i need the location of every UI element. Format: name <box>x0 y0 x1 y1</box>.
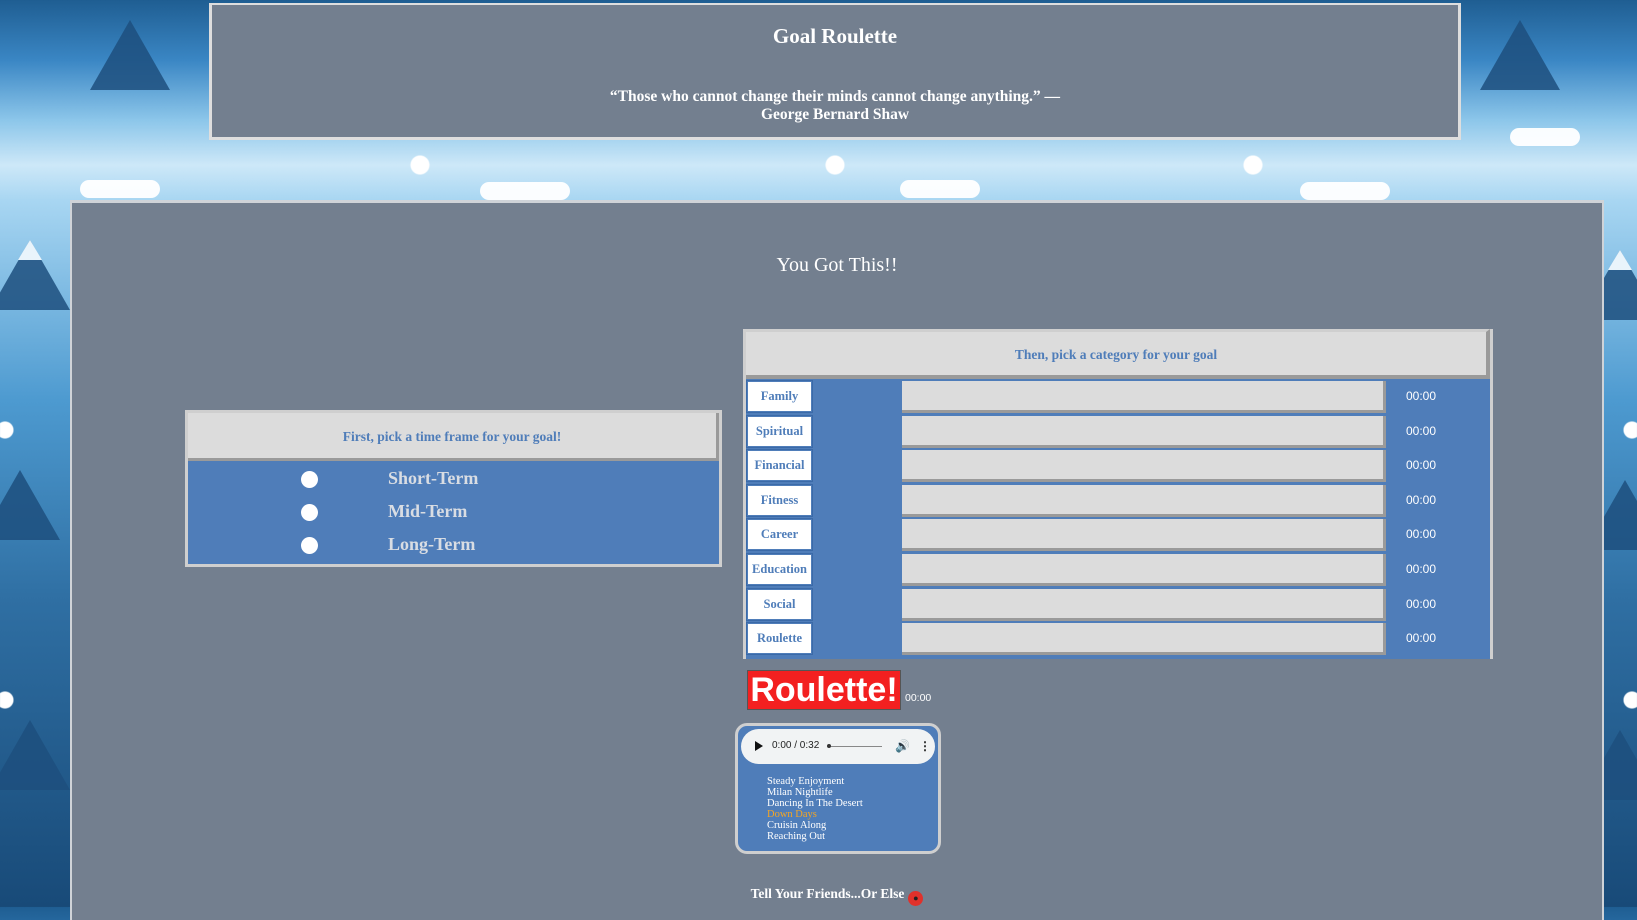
category-button-spiritual[interactable]: Spiritual <box>746 414 813 448</box>
category-button-education[interactable]: Education <box>746 552 813 586</box>
category-button-roulette[interactable]: Roulette <box>746 622 813 656</box>
long-term-radio[interactable] <box>301 537 318 554</box>
audio-time: 0:00 / 0:32 <box>772 740 820 751</box>
timeframe-option-long[interactable]: Long-Term <box>188 529 719 562</box>
mid-term-label[interactable]: Mid-Term <box>388 501 467 522</box>
long-term-label[interactable]: Long-Term <box>388 534 475 555</box>
quote: “Those who cannot change their minds can… <box>212 88 1458 124</box>
play-icon[interactable] <box>755 741 763 751</box>
tagline: You Got This!! <box>776 254 898 276</box>
audio-seek-bar[interactable] <box>828 746 882 747</box>
main-panel: You Got This!! First, pick a time frame … <box>70 200 1604 920</box>
footer: Tell Your Friends...Or Else ● <box>72 886 1602 906</box>
category-progress-bar <box>902 381 1386 413</box>
category-progress-bar <box>902 623 1386 656</box>
playlist-item[interactable]: Reaching Out <box>767 831 863 842</box>
category-timer: 00:00 <box>1406 561 1437 576</box>
category-heading: Then, pick a category for your goal <box>746 329 1490 379</box>
category-progress-bar <box>902 553 1386 586</box>
roulette-button[interactable]: Roulette! <box>747 670 901 710</box>
category-timer: 00:00 <box>1406 527 1437 542</box>
category-button-family[interactable]: Family <box>746 380 813 413</box>
timeframe-heading: First, pick a time frame for your goal! <box>188 413 719 461</box>
playlist-item[interactable]: Steady Enjoyment <box>767 776 863 787</box>
category-row-roulette: Roulette 00:00 <box>746 621 1490 656</box>
category-timer: 00:00 <box>1406 596 1437 611</box>
mid-term-radio[interactable] <box>301 504 318 521</box>
playlist-item[interactable]: Dancing In The Desert <box>767 798 863 809</box>
roulette-timer: 00:00 <box>905 692 932 704</box>
category-progress-bar <box>902 415 1386 448</box>
playlist-item-active[interactable]: Down Days <box>767 809 863 820</box>
short-term-radio[interactable] <box>301 471 318 488</box>
category-row-financial: Financial 00:00 <box>746 448 1490 483</box>
header-banner: Goal Roulette “Those who cannot change t… <box>209 3 1461 140</box>
category-timer: 00:00 <box>1406 631 1437 646</box>
category-row-social: Social 00:00 <box>746 587 1490 622</box>
audio-controls: 0:00 / 0:32 🔊 ⋮ <box>741 729 935 764</box>
timeframe-panel: First, pick a time frame for your goal! … <box>185 410 722 567</box>
category-row-family: Family 00:00 <box>746 379 1490 414</box>
footer-text: Tell Your Friends...Or Else <box>750 886 905 901</box>
category-button-fitness[interactable]: Fitness <box>746 483 813 517</box>
category-progress-bar <box>902 484 1386 517</box>
playlist-item[interactable]: Milan Nightlife <box>767 787 863 798</box>
timeframe-option-mid[interactable]: Mid-Term <box>188 496 719 529</box>
category-timer: 00:00 <box>1406 389 1437 403</box>
music-player: 0:00 / 0:32 🔊 ⋮ Steady Enjoyment Milan N… <box>735 723 941 854</box>
volume-icon[interactable]: 🔊 <box>895 739 910 753</box>
category-progress-bar <box>902 519 1386 552</box>
category-row-fitness: Fitness 00:00 <box>746 483 1490 518</box>
audio-seek-thumb[interactable] <box>827 744 831 748</box>
category-panel: Then, pick a category for your goal Fami… <box>743 329 1493 659</box>
category-button-financial[interactable]: Financial <box>746 449 813 483</box>
quote-author: George Bernard Shaw <box>760 106 910 123</box>
quote-text: “Those who cannot change their minds can… <box>609 88 1061 105</box>
category-progress-bar <box>902 588 1386 621</box>
category-row-education: Education 00:00 <box>746 552 1490 587</box>
category-timer: 00:00 <box>1406 458 1437 473</box>
category-timer: 00:00 <box>1406 492 1437 507</box>
category-button-career[interactable]: Career <box>746 518 813 552</box>
short-term-label[interactable]: Short-Term <box>388 468 478 489</box>
devil-icon: ● <box>908 891 924 906</box>
category-row-career: Career 00:00 <box>746 517 1490 552</box>
category-timer: 00:00 <box>1406 423 1437 438</box>
more-options-icon[interactable]: ⋮ <box>919 739 931 753</box>
category-row-spiritual: Spiritual 00:00 <box>746 414 1490 449</box>
category-progress-bar <box>902 450 1386 483</box>
playlist-item[interactable]: Cruisin Along <box>767 820 863 831</box>
timeframe-option-short[interactable]: Short-Term <box>188 463 719 496</box>
category-button-social[interactable]: Social <box>746 587 813 621</box>
page-title: Goal Roulette <box>772 24 898 48</box>
playlist: Steady Enjoyment Milan Nightlife Dancing… <box>767 776 863 842</box>
